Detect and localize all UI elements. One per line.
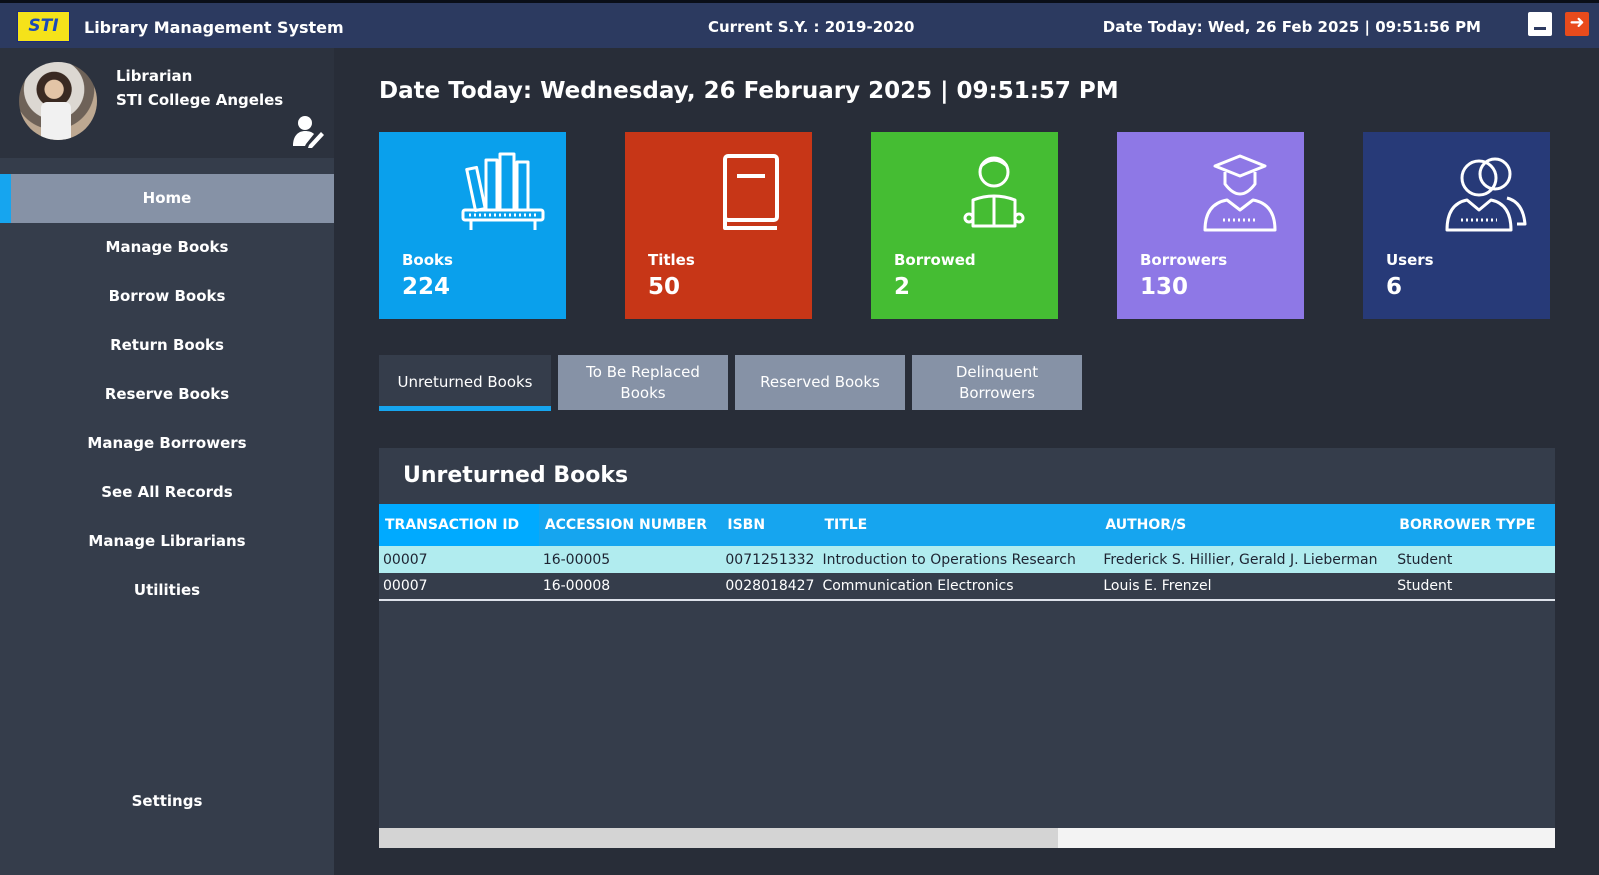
title-bar: STI Library Management System Current S.…: [0, 0, 1599, 48]
tab-to-be-replaced-books[interactable]: To Be Replaced Books: [558, 355, 728, 410]
nav-home[interactable]: Home: [0, 174, 334, 223]
column-header[interactable]: TITLE: [818, 504, 1100, 546]
nav-manage-books[interactable]: Manage Books: [0, 223, 334, 272]
school-year-label: Current S.Y. : 2019-2020: [708, 18, 915, 36]
card-borrowers-value: 130: [1140, 274, 1189, 300]
student-icon: [1203, 154, 1277, 232]
logout-button[interactable]: ➜: [1565, 12, 1589, 36]
panel-title: Unreturned Books: [403, 463, 629, 488]
bookshelf-icon: [461, 152, 545, 230]
column-header-label: ACCESSION NUMBER: [544, 517, 708, 533]
tab-unreturned-books[interactable]: Unreturned Books: [379, 355, 551, 410]
card-titles-value: 50: [648, 274, 681, 300]
users-icon: [1445, 157, 1527, 232]
logout-icon: ➜: [1569, 12, 1585, 33]
tab-delinquent-borrowers[interactable]: Delinquent Borrowers: [912, 355, 1082, 410]
user-school: STI College Angeles: [116, 91, 284, 109]
active-tab-indicator: [379, 406, 551, 411]
sti-logo: STI: [17, 11, 70, 42]
nav-return-books[interactable]: Return Books: [0, 321, 334, 370]
avatar: [19, 62, 97, 140]
column-header[interactable]: ACCESSION NUMBER: [538, 504, 722, 546]
edit-profile-icon[interactable]: [292, 114, 326, 148]
column-header-label: TRANSACTION ID: [385, 517, 520, 533]
table-cell: 16-00008: [538, 573, 722, 601]
table-cell: 00007: [379, 573, 539, 601]
card-users[interactable]: Users 6: [1363, 132, 1550, 319]
titlebar-date-time: Date Today: Wed, 26 Feb 2025 | 09:51:56 …: [1102, 18, 1481, 36]
card-borrowers[interactable]: Borrowers 130: [1117, 132, 1304, 319]
nav-utilities[interactable]: Utilities: [0, 566, 334, 615]
card-books-value: 224: [402, 274, 451, 300]
column-header-label: BORROWER TYPE: [1399, 517, 1536, 533]
nav-settings[interactable]: Settings: [0, 777, 334, 826]
unreturned-books-table[interactable]: TRANSACTION ID ACCESSION NUMBER ISBN TIT…: [379, 504, 1555, 601]
card-users-label: Users: [1386, 251, 1434, 269]
table-cell: Student: [1393, 573, 1555, 601]
column-header-label: TITLE: [824, 517, 868, 533]
tab-label: Delinquent Borrowers: [955, 362, 1039, 402]
reader-icon: [963, 156, 1025, 228]
column-header-label: AUTHOR/S: [1105, 517, 1187, 533]
tab-label: To Be Replaced Books: [586, 362, 700, 402]
card-users-value: 6: [1386, 274, 1403, 300]
table-cell: 00007: [379, 546, 539, 573]
nav-manage-borrowers[interactable]: Manage Borrowers: [0, 419, 334, 468]
table-cell: Frederick S. Hillier, Gerald J. Lieberma…: [1099, 546, 1394, 573]
column-header[interactable]: AUTHOR/S: [1099, 504, 1394, 546]
table-cell: 16-00005: [538, 546, 722, 573]
nav-manage-librarians[interactable]: Manage Librarians: [0, 517, 334, 566]
tab-reserved-books[interactable]: Reserved Books: [735, 355, 905, 410]
profile-panel: Librarian STI College Angeles: [0, 48, 334, 158]
table-header: TRANSACTION ID ACCESSION NUMBER ISBN TIT…: [379, 504, 1555, 546]
sidebar: Librarian STI College Angeles Home Manag…: [0, 48, 334, 875]
card-titles-label: Titles: [648, 251, 695, 269]
card-borrowers-label: Borrowers: [1140, 251, 1228, 269]
column-header[interactable]: BORROWER TYPE: [1393, 504, 1555, 546]
tab-label: Unreturned Books: [397, 373, 533, 391]
user-role: Librarian: [116, 67, 193, 85]
main-content: Date Today: Wednesday, 26 February 2025 …: [334, 48, 1599, 875]
table-cell: Louis E. Frenzel: [1099, 573, 1394, 601]
table-cell: 0071251332: [721, 546, 819, 573]
nav-borrow-books[interactable]: Borrow Books: [0, 272, 334, 321]
column-header-label: ISBN: [727, 517, 766, 533]
table-cell: Student: [1393, 546, 1555, 573]
card-borrowed-label: Borrowed: [894, 251, 976, 269]
column-header[interactable]: TRANSACTION ID: [379, 504, 539, 546]
unreturned-books-panel: Unreturned Books TRANSACTION ID ACCESSIO…: [379, 448, 1555, 848]
app-title: Library Management System: [84, 18, 344, 37]
table-cell: 0028018427: [721, 573, 819, 601]
horizontal-scrollbar[interactable]: [379, 828, 1555, 848]
table-cell: Communication Electronics: [818, 573, 1100, 601]
table-cell: Introduction to Operations Research: [818, 546, 1100, 573]
scrollbar-thumb[interactable]: [379, 828, 1058, 848]
page-date-heading: Date Today: Wednesday, 26 February 2025 …: [379, 78, 1119, 104]
column-header[interactable]: ISBN: [721, 504, 819, 546]
nav-see-all-records[interactable]: See All Records: [0, 468, 334, 517]
book-icon: [723, 154, 779, 230]
tab-label: Reserved Books: [760, 373, 880, 391]
table-row[interactable]: 00007 16-00005 0071251332 Introduction t…: [379, 546, 1555, 573]
card-books-label: Books: [402, 251, 453, 269]
card-books[interactable]: Books 224: [379, 132, 566, 319]
nav-reserve-books[interactable]: Reserve Books: [0, 370, 334, 419]
minimize-button[interactable]: [1528, 12, 1552, 36]
card-titles[interactable]: Titles 50: [625, 132, 812, 319]
card-borrowed-value: 2: [894, 274, 911, 300]
table-row[interactable]: 00007 16-00008 0028018427 Communication …: [379, 573, 1555, 601]
card-borrowed[interactable]: Borrowed 2: [871, 132, 1058, 319]
